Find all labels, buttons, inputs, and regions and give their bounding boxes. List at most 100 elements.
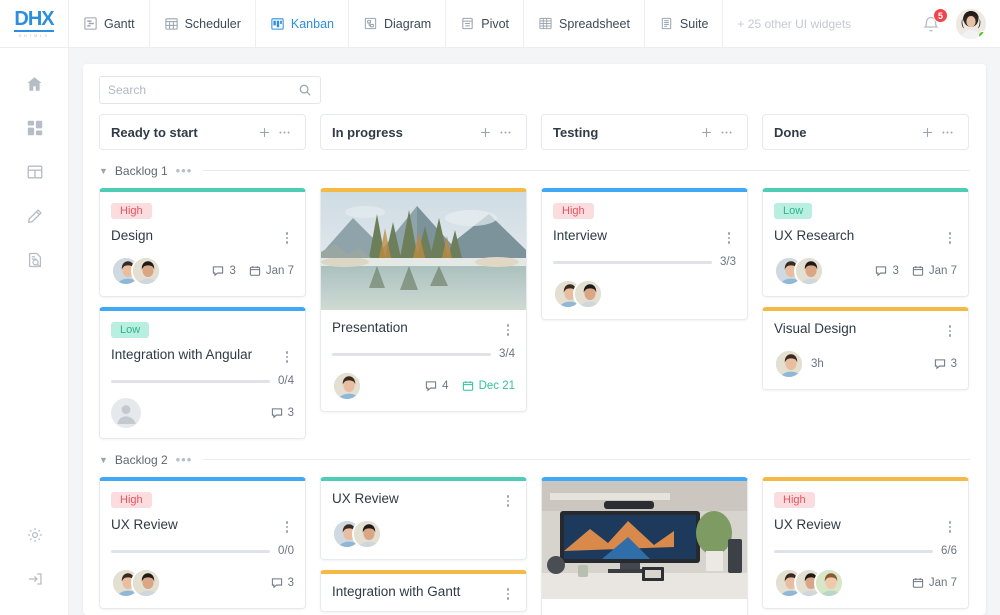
spreadsheet-icon xyxy=(538,16,553,31)
sidebar-item-home[interactable] xyxy=(0,62,69,106)
avatar-placeholder xyxy=(111,398,141,428)
card-title: UX Review xyxy=(332,491,399,506)
kanban-card[interactable]: Visual Design 3h 3 xyxy=(762,307,969,390)
card-title: Integration with Angular xyxy=(111,347,253,362)
card-menu-icon[interactable] xyxy=(943,320,957,337)
plus-icon[interactable] xyxy=(917,122,937,142)
card-menu-icon[interactable] xyxy=(280,346,294,363)
kanban-card[interactable]: Presentation 3/4 4 Dec 21 xyxy=(320,188,527,412)
kanban-card[interactable]: High UX Review 6/6 Jan 7 xyxy=(762,477,969,609)
kanban-card[interactable]: UX Review xyxy=(320,477,527,560)
card-cover-image xyxy=(542,481,747,599)
search-box[interactable] xyxy=(99,76,321,104)
kanban-card[interactable]: Low UX Research 3 Jan 7 xyxy=(762,188,969,297)
progress-track xyxy=(774,549,933,553)
comment-count: 3 xyxy=(934,358,957,370)
kanban-card[interactable]: Low Integration with Angular 0/4 3 xyxy=(99,307,306,439)
swimlane-column[interactable]: High Interview 3/3 xyxy=(541,188,748,439)
search-input[interactable] xyxy=(108,83,298,97)
plus-icon[interactable] xyxy=(696,122,716,142)
column-header-done[interactable]: Done xyxy=(762,114,969,150)
card-menu-icon[interactable] xyxy=(501,319,515,336)
kanban-card[interactable]: High Design 3 Jan 7 xyxy=(99,188,306,297)
app-logo[interactable]: DHX DHTMLX xyxy=(0,0,69,48)
ellipsis-icon[interactable]: ••• xyxy=(176,452,193,467)
swimlane-column[interactable]: UX Review Integration with Gantt xyxy=(320,477,527,615)
time-estimate: 3h xyxy=(811,358,824,370)
sidebar-item-edit[interactable] xyxy=(0,194,69,238)
tab-label: Suite xyxy=(679,16,709,31)
card-title: UX Review xyxy=(774,517,841,532)
tab-scheduler[interactable]: Scheduler xyxy=(150,0,256,48)
priority-badge: Low xyxy=(111,322,150,338)
kanban-card[interactable]: High UX Review 0/0 3 xyxy=(99,477,306,609)
priority-badge: High xyxy=(774,492,815,508)
sidebar-item-table[interactable] xyxy=(0,150,69,194)
notification-count-badge: 5 xyxy=(933,7,948,23)
gear-icon xyxy=(26,526,44,544)
user-avatar[interactable] xyxy=(956,8,986,39)
ellipsis-icon[interactable] xyxy=(274,122,294,142)
kanban-card[interactable] xyxy=(541,477,748,615)
tab-suite[interactable]: Suite xyxy=(645,0,724,48)
tab-spreadsheet[interactable]: Spreadsheet xyxy=(524,0,645,48)
tab-diagram[interactable]: Diagram xyxy=(349,0,447,48)
card-footer: 3 Jan 7 xyxy=(111,256,294,286)
column-header-in-progress[interactable]: In progress xyxy=(320,114,527,150)
avatar xyxy=(814,568,844,598)
tab-gantt[interactable]: Gantt xyxy=(69,0,150,48)
ellipsis-icon[interactable] xyxy=(716,122,736,142)
swimlane-column[interactable]: Presentation 3/4 4 Dec 21 xyxy=(320,188,527,439)
card-progress: 0/4 xyxy=(111,375,294,387)
card-title: Design xyxy=(111,228,154,243)
card-progress: 3/4 xyxy=(332,348,515,360)
card-menu-icon[interactable] xyxy=(280,227,294,244)
document-search-icon xyxy=(26,251,44,269)
caret-down-icon[interactable]: ▼ xyxy=(99,166,108,176)
swimlane-column[interactable]: High UX Review 0/0 3 xyxy=(99,477,306,615)
card-menu-icon[interactable] xyxy=(280,516,294,533)
tab-pivot[interactable]: Pivot xyxy=(446,0,525,48)
comment-count: 3 xyxy=(875,265,899,277)
search-icon[interactable] xyxy=(298,83,312,97)
card-menu-icon[interactable] xyxy=(501,490,515,507)
ellipsis-icon[interactable]: ••• xyxy=(176,163,193,178)
progress-label: 0/4 xyxy=(278,375,294,387)
column-header-testing[interactable]: Testing xyxy=(541,114,748,150)
ellipsis-icon[interactable] xyxy=(937,122,957,142)
suite-icon xyxy=(659,16,674,31)
avatar xyxy=(774,349,804,379)
assignee-avatars xyxy=(553,279,603,309)
online-status-indicator xyxy=(978,30,986,39)
column-title: In progress xyxy=(332,124,403,140)
kanban-card[interactable]: Integration with Gantt xyxy=(320,570,527,612)
swimlane-column[interactable]: High Design 3 Jan 7 Low Integration with… xyxy=(99,188,306,439)
notifications-button[interactable]: 5 xyxy=(920,7,948,35)
card-menu-icon[interactable] xyxy=(501,583,515,600)
other-widgets-link[interactable]: + 25 other UI widgets xyxy=(723,17,865,31)
gantt-icon xyxy=(83,16,98,31)
assignee-avatars xyxy=(332,371,362,401)
sidebar-item-dashboard[interactable] xyxy=(0,106,69,150)
avatar xyxy=(131,256,161,286)
ellipsis-icon[interactable] xyxy=(495,122,515,142)
card-menu-icon[interactable] xyxy=(722,227,736,244)
sidebar-item-reports[interactable] xyxy=(0,238,69,282)
tab-kanban[interactable]: Kanban xyxy=(256,0,349,48)
swimlane-column[interactable]: High UX Review 6/6 Jan 7 xyxy=(762,477,969,615)
assignee-avatars xyxy=(111,568,161,598)
caret-down-icon[interactable]: ▼ xyxy=(99,455,108,465)
card-menu-icon[interactable] xyxy=(943,227,957,244)
plus-icon[interactable] xyxy=(254,122,274,142)
kanban-card[interactable]: High Interview 3/3 xyxy=(541,188,748,320)
column-header-ready-to-start[interactable]: Ready to start xyxy=(99,114,306,150)
sidebar-item-settings[interactable] xyxy=(0,513,69,557)
card-title: Integration with Gantt xyxy=(332,584,461,599)
swimlane-column[interactable] xyxy=(541,477,748,615)
sidebar-item-logout[interactable] xyxy=(0,557,69,601)
plus-icon[interactable] xyxy=(475,122,495,142)
card-footer: 3 xyxy=(111,398,294,428)
progress-label: 3/3 xyxy=(720,256,736,268)
card-menu-icon[interactable] xyxy=(943,516,957,533)
swimlane-column[interactable]: Low UX Research 3 Jan 7 Visual Design 3h… xyxy=(762,188,969,439)
